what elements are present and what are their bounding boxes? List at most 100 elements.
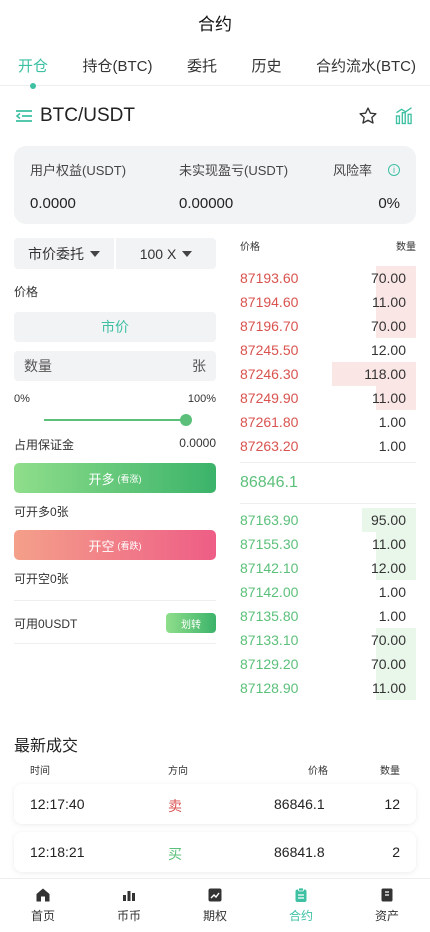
bid-price: 87163.90	[240, 512, 299, 528]
ask-row[interactable]: 87249.90 11.00	[240, 386, 416, 410]
ask-price: 87245.50	[240, 342, 299, 358]
bid-qty: 12.00	[370, 560, 406, 576]
market-price-field[interactable]: 市价	[14, 312, 216, 342]
ask-row[interactable]: 87194.60 11.00	[240, 290, 416, 314]
ask-row[interactable]: 87263.20 1.00	[240, 434, 416, 458]
bid-row[interactable]: 87133.10 70.00	[240, 628, 416, 652]
bid-qty: 95.00	[370, 512, 406, 528]
bid-qty: 1.00	[378, 584, 406, 600]
nav-contract-label: 合约	[288, 909, 313, 923]
user-equity-value: 0.0000	[30, 195, 76, 212]
open-long-button[interactable]: 开多 (看涨)	[14, 463, 216, 493]
bid-price: 87142.00	[240, 584, 299, 600]
trade-qty: 12	[384, 796, 400, 812]
bid-row[interactable]: 87142.10 12.00	[240, 556, 416, 580]
bid-qty: 11.00	[372, 680, 406, 696]
tab-open[interactable]: 开仓	[18, 50, 48, 86]
bid-rows: 87163.90 95.00 87155.30 11.00 87142.10 12.00 8…	[240, 508, 416, 700]
bid-row[interactable]: 87128.90 11.00	[240, 676, 416, 700]
pair-actions	[356, 104, 416, 128]
bid-row[interactable]: 87142.00 1.00	[240, 580, 416, 604]
nav-home-label: 首页	[30, 909, 55, 923]
quantity-field[interactable]: 数量 张	[14, 351, 216, 381]
last-price[interactable]: 86846.1	[240, 462, 416, 504]
book-price-header: 价格	[240, 242, 260, 253]
slider-handle[interactable]	[180, 414, 192, 426]
can-open-long: 可开多0张	[14, 505, 69, 519]
chart-bars-icon[interactable]	[392, 104, 416, 128]
menu-toggle-icon[interactable]	[14, 106, 34, 126]
trades-header: 时间 方向 价格 数量	[30, 762, 400, 777]
ask-row[interactable]: 87261.80 1.00	[240, 410, 416, 434]
bid-row[interactable]: 87163.90 95.00	[240, 508, 416, 532]
amount-slider[interactable]	[14, 413, 216, 427]
open-short-label: 开空	[88, 538, 115, 554]
ask-row[interactable]: 87196.70 70.00	[240, 314, 416, 338]
dropdown-arrow-icon	[90, 250, 100, 257]
pair-name[interactable]: BTC/USDT	[40, 105, 135, 127]
quantity-unit: 张	[192, 358, 206, 374]
trade-row: 12:18:21 买 86841.8 2	[14, 832, 416, 872]
ask-row[interactable]: 87245.50 12.00	[240, 338, 416, 362]
leverage-select[interactable]: 100 X	[114, 238, 216, 269]
wallet-icon	[381, 888, 393, 902]
bid-row[interactable]: 87129.20 70.00	[240, 652, 416, 676]
transfer-button[interactable]: 划转	[166, 613, 216, 633]
trades-direction-header: 方向	[168, 766, 188, 777]
latest-trades-title: 最新成交	[14, 738, 79, 755]
ask-price: 87196.70	[240, 318, 299, 334]
ask-qty: 12.00	[370, 342, 406, 358]
nav-spot[interactable]: 币币	[86, 879, 172, 932]
nav-home[interactable]: 首页	[0, 879, 86, 932]
user-equity-label: 用户权益(USDT)	[30, 163, 127, 178]
tab-bar: 开仓 持仓(BTC) 委托 历史 合约流水(BTC)	[0, 50, 430, 86]
nav-options[interactable]: 期权	[172, 879, 258, 932]
trade-time: 12:17:40	[30, 796, 85, 812]
nav-assets-label: 资产	[374, 909, 399, 923]
bid-qty: 11.00	[372, 536, 406, 552]
bid-qty: 70.00	[370, 656, 406, 672]
trades-price-header: 价格	[308, 766, 328, 777]
trade-time: 12:18:21	[30, 844, 85, 860]
ask-qty: 11.00	[372, 390, 406, 406]
price-label: 价格	[14, 285, 39, 299]
ask-row[interactable]: 87193.60 70.00	[240, 266, 416, 290]
nav-contract[interactable]: 合约	[258, 879, 344, 932]
ask-price: 87249.90	[240, 390, 299, 406]
ask-price: 87263.20	[240, 438, 299, 454]
bid-row[interactable]: 87135.80 1.00	[240, 604, 416, 628]
ask-qty: 1.00	[378, 414, 406, 430]
open-short-button[interactable]: 开空 (看跌)	[14, 530, 216, 560]
order-type-select[interactable]: 市价委托	[14, 238, 114, 269]
bid-qty: 1.00	[378, 608, 406, 624]
tab-history[interactable]: 历史	[251, 50, 281, 86]
nav-assets[interactable]: 资产	[344, 879, 430, 932]
book-qty-header: 数量	[396, 242, 416, 253]
trade-price: 86846.1	[274, 796, 325, 812]
ask-price: 87261.80	[240, 414, 299, 430]
ask-row[interactable]: 87246.30 118.00	[240, 362, 416, 386]
ask-price: 87246.30	[240, 366, 299, 382]
bottom-nav: 首页 币币 期权 合约 资产	[0, 878, 430, 932]
info-icon[interactable]: i	[388, 163, 400, 176]
tab-positions[interactable]: 持仓(BTC)	[83, 50, 153, 86]
nav-spot-label: 币币	[116, 909, 141, 923]
quantity-placeholder: 数量	[24, 358, 52, 374]
open-long-sub: (看涨)	[117, 473, 142, 484]
home-icon	[36, 888, 50, 902]
contract-page: 合约 开仓 持仓(BTC) 委托 历史 合约流水(BTC) BTC/USDT 用…	[0, 0, 430, 932]
bid-price: 87142.10	[240, 560, 299, 576]
trade-qty: 2	[392, 844, 400, 860]
ask-qty: 1.00	[378, 438, 406, 454]
bid-row[interactable]: 87155.30 11.00	[240, 532, 416, 556]
tab-orders[interactable]: 委托	[187, 50, 217, 86]
star-icon[interactable]	[356, 104, 380, 128]
trade-direction: 卖	[168, 798, 182, 814]
bar-chart-icon	[123, 891, 135, 901]
dropdown-arrow-icon	[182, 250, 193, 257]
options-icon	[208, 888, 222, 902]
contract-icon	[295, 887, 307, 902]
equity-card: 用户权益(USDT) 0.0000 未实现盈亏(USDT) 0.00000 风险…	[14, 146, 416, 224]
risk-rate-value: 0%	[378, 195, 400, 212]
tab-ledger[interactable]: 合约流水(BTC)	[316, 50, 416, 86]
